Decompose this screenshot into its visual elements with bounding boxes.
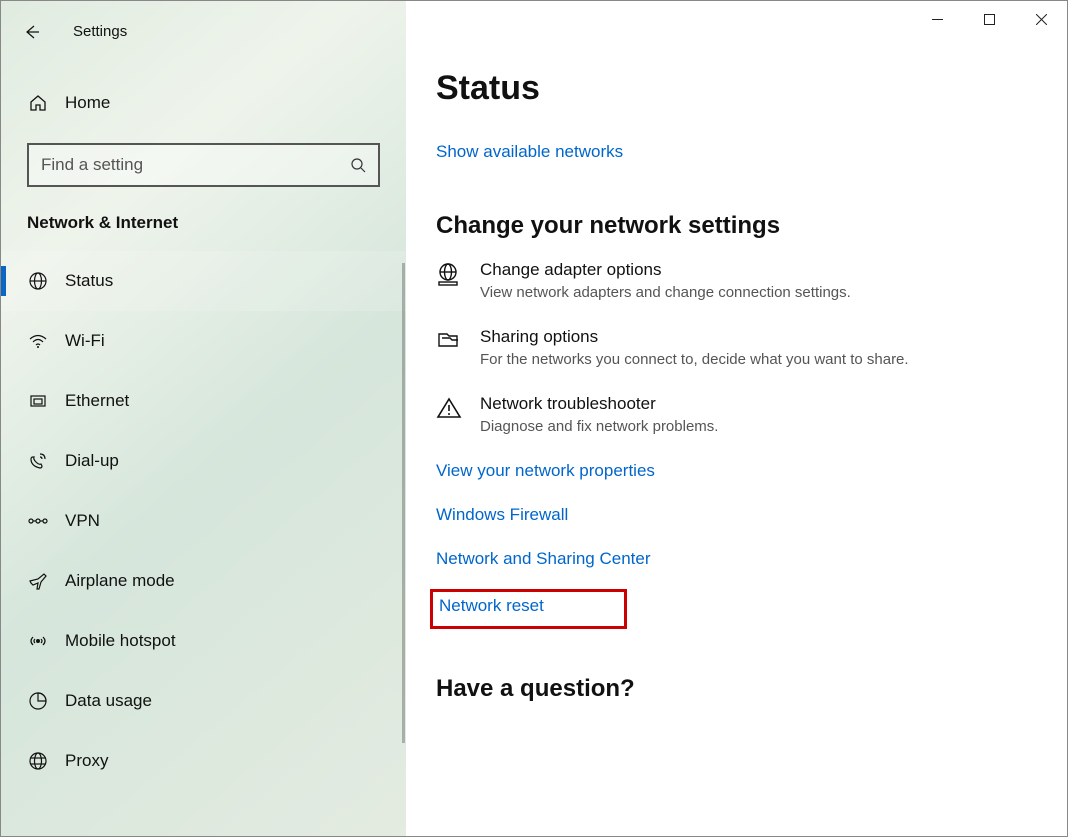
change-settings-heading: Change your network settings bbox=[436, 212, 1037, 240]
option-text: Change adapter options View network adap… bbox=[480, 260, 851, 301]
vpn-icon bbox=[27, 511, 49, 531]
search-input[interactable] bbox=[41, 155, 350, 175]
sidebar-item-label: Airplane mode bbox=[65, 571, 175, 591]
window-title: Settings bbox=[73, 23, 127, 40]
option-text: Network troubleshooter Diagnose and fix … bbox=[480, 394, 718, 435]
adapter-icon bbox=[436, 262, 462, 286]
sidebar-header: Settings bbox=[1, 9, 406, 54]
sidebar-category: Network & Internet bbox=[27, 213, 406, 233]
sidebar-item-label: Ethernet bbox=[65, 391, 129, 411]
sidebar: Settings Home Network & Internet Status bbox=[1, 1, 406, 836]
proxy-icon bbox=[27, 751, 49, 771]
ethernet-icon bbox=[27, 391, 49, 411]
sidebar-item-vpn[interactable]: VPN bbox=[1, 491, 406, 551]
option-desc: Diagnose and fix network problems. bbox=[480, 418, 718, 435]
option-desc: View network adapters and change connect… bbox=[480, 284, 851, 301]
sidebar-item-airplane[interactable]: Airplane mode bbox=[1, 551, 406, 611]
option-desc: For the networks you connect to, decide … bbox=[480, 351, 909, 368]
titlebar-controls bbox=[911, 1, 1067, 37]
option-title: Sharing options bbox=[480, 327, 909, 347]
show-networks-link[interactable]: Show available networks bbox=[436, 142, 1037, 162]
sharing-icon bbox=[436, 329, 462, 353]
sidebar-scrollbar[interactable] bbox=[402, 263, 405, 743]
network-reset-highlight: Network reset bbox=[430, 589, 627, 629]
sidebar-list: Status Wi-Fi Ethernet Dial-up bbox=[1, 251, 406, 791]
search-icon bbox=[350, 157, 366, 173]
sidebar-item-datausage[interactable]: Data usage bbox=[1, 671, 406, 731]
maximize-button[interactable] bbox=[963, 1, 1015, 37]
sidebar-item-hotspot[interactable]: Mobile hotspot bbox=[1, 611, 406, 671]
airplane-icon bbox=[27, 571, 49, 591]
links-block: View your network properties Windows Fir… bbox=[436, 461, 1037, 629]
maximize-icon bbox=[984, 14, 995, 25]
option-troubleshooter[interactable]: Network troubleshooter Diagnose and fix … bbox=[436, 394, 1037, 435]
sidebar-item-label: Data usage bbox=[65, 691, 152, 711]
home-icon bbox=[27, 93, 49, 113]
main-content: Status Show available networks Change yo… bbox=[406, 1, 1067, 836]
back-button[interactable] bbox=[11, 12, 51, 52]
page-title: Status bbox=[436, 69, 1037, 108]
sidebar-home-label: Home bbox=[65, 93, 110, 113]
sidebar-home[interactable]: Home bbox=[1, 79, 406, 127]
hotspot-icon bbox=[27, 631, 49, 651]
warning-icon bbox=[436, 396, 462, 420]
sidebar-item-proxy[interactable]: Proxy bbox=[1, 731, 406, 791]
sidebar-item-wifi[interactable]: Wi-Fi bbox=[1, 311, 406, 371]
sidebar-item-status[interactable]: Status bbox=[1, 251, 406, 311]
link-windows-firewall[interactable]: Windows Firewall bbox=[436, 505, 1037, 525]
sidebar-item-label: Mobile hotspot bbox=[65, 631, 176, 651]
option-text: Sharing options For the networks you con… bbox=[480, 327, 909, 368]
close-button[interactable] bbox=[1015, 1, 1067, 37]
option-title: Network troubleshooter bbox=[480, 394, 718, 414]
sidebar-item-label: Dial-up bbox=[65, 451, 119, 471]
minimize-button[interactable] bbox=[911, 1, 963, 37]
dialup-icon bbox=[27, 451, 49, 471]
arrow-left-icon bbox=[22, 23, 40, 41]
search-box[interactable] bbox=[27, 143, 380, 187]
sidebar-item-ethernet[interactable]: Ethernet bbox=[1, 371, 406, 431]
link-network-properties[interactable]: View your network properties bbox=[436, 461, 1037, 481]
link-sharing-center[interactable]: Network and Sharing Center bbox=[436, 549, 1037, 569]
datausage-icon bbox=[27, 691, 49, 711]
sidebar-item-label: Proxy bbox=[65, 751, 108, 771]
sidebar-item-dialup[interactable]: Dial-up bbox=[1, 431, 406, 491]
link-network-reset[interactable]: Network reset bbox=[439, 596, 544, 616]
sidebar-item-label: Wi-Fi bbox=[65, 331, 105, 351]
globe-icon bbox=[27, 271, 49, 291]
sidebar-item-label: Status bbox=[65, 271, 113, 291]
question-heading: Have a question? bbox=[436, 675, 1037, 703]
minimize-icon bbox=[932, 19, 943, 20]
close-icon bbox=[1036, 14, 1047, 25]
sidebar-item-label: VPN bbox=[65, 511, 100, 531]
option-title: Change adapter options bbox=[480, 260, 851, 280]
settings-window: Settings Home Network & Internet Status bbox=[0, 0, 1068, 837]
option-sharing[interactable]: Sharing options For the networks you con… bbox=[436, 327, 1037, 368]
wifi-icon bbox=[27, 331, 49, 351]
option-adapter[interactable]: Change adapter options View network adap… bbox=[436, 260, 1037, 301]
